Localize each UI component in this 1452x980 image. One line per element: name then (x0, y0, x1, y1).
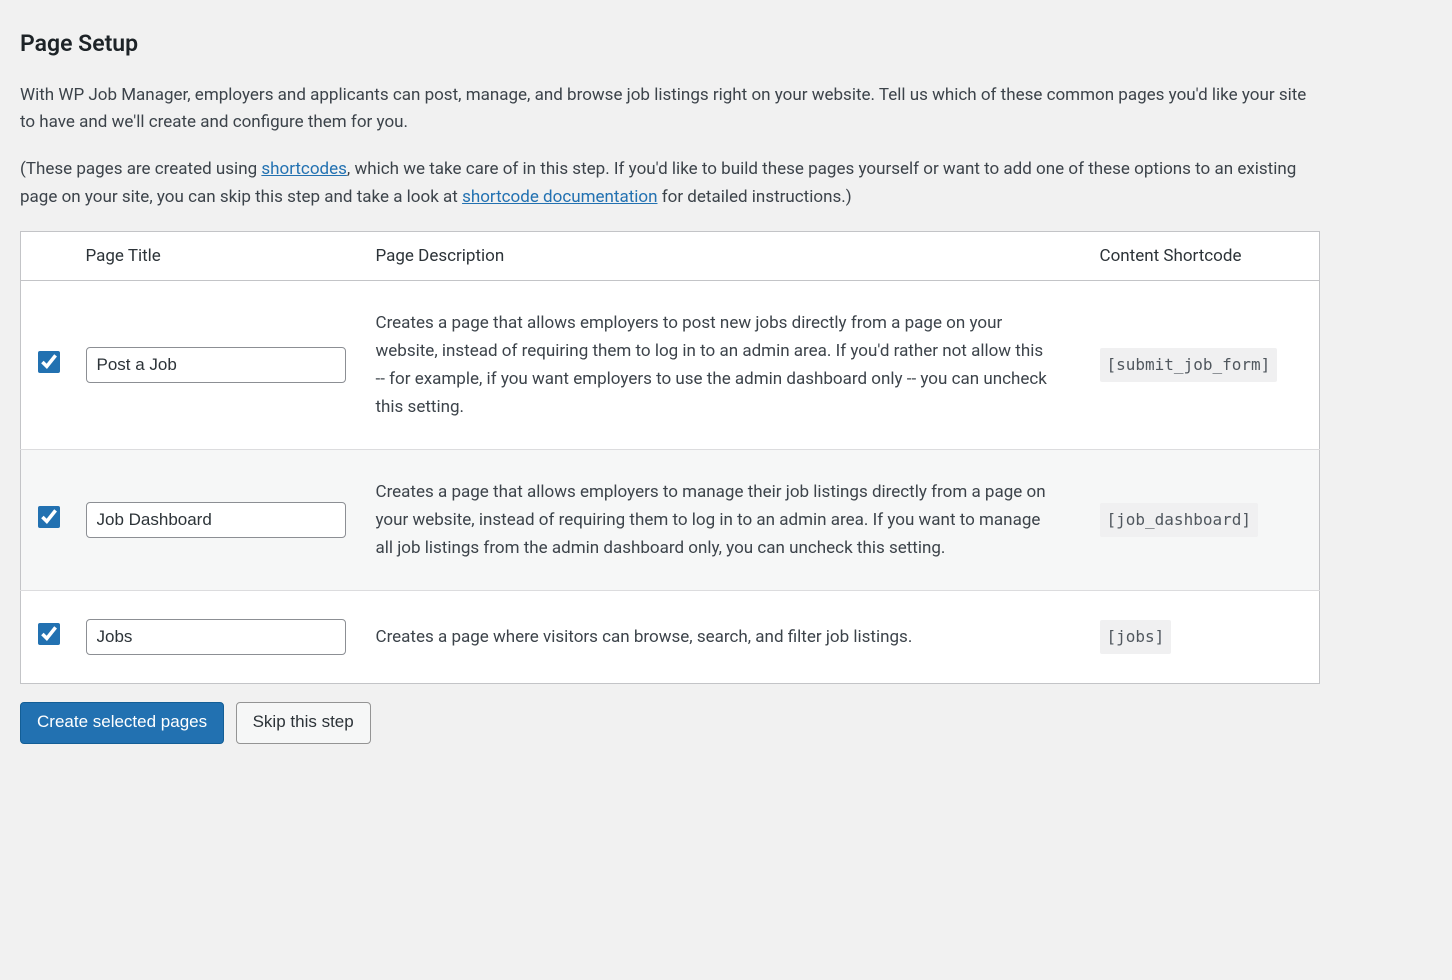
page-heading: Page Setup (20, 30, 1320, 57)
form-actions: Create selected pages Skip this step (20, 702, 1320, 744)
shortcode-code: [jobs] (1100, 620, 1172, 654)
page-description-text: Creates a page that allows employers to … (376, 482, 1046, 558)
create-selected-pages-button[interactable]: Create selected pages (20, 702, 224, 744)
paragraph-text: for detailed instructions.) (658, 187, 852, 207)
enable-page-checkbox[interactable] (38, 351, 60, 373)
page-description-text: Creates a page where visitors can browse… (376, 627, 913, 647)
page-title-input[interactable] (86, 619, 346, 655)
page-description-text: Creates a page that allows employers to … (376, 313, 1047, 417)
intro-paragraph: With WP Job Manager, employers and appli… (20, 82, 1320, 136)
shortcode-code: [submit_job_form] (1100, 348, 1278, 382)
page-setup-table: Page Title Page Description Content Shor… (20, 231, 1320, 684)
enable-page-checkbox[interactable] (38, 506, 60, 528)
table-row: Creates a page that allows employers to … (21, 280, 1320, 449)
shortcodes-link[interactable]: shortcodes (261, 159, 347, 179)
column-header-page-description: Page Description (366, 231, 1090, 280)
page-title-input[interactable] (86, 502, 346, 538)
paragraph-text: (These pages are created using (20, 159, 261, 179)
shortcode-documentation-link[interactable]: shortcode documentation (462, 187, 657, 207)
table-row: Creates a page where visitors can browse… (21, 591, 1320, 684)
table-row: Creates a page that allows employers to … (21, 449, 1320, 590)
column-header-page-title: Page Title (76, 231, 366, 280)
enable-page-checkbox[interactable] (38, 623, 60, 645)
column-header-content-shortcode: Content Shortcode (1090, 231, 1320, 280)
page-title-input[interactable] (86, 347, 346, 383)
skip-this-step-button[interactable]: Skip this step (236, 702, 371, 744)
shortcode-note-paragraph: (These pages are created using shortcode… (20, 156, 1320, 210)
shortcode-code: [job_dashboard] (1100, 503, 1259, 537)
column-header-checkbox (21, 231, 76, 280)
